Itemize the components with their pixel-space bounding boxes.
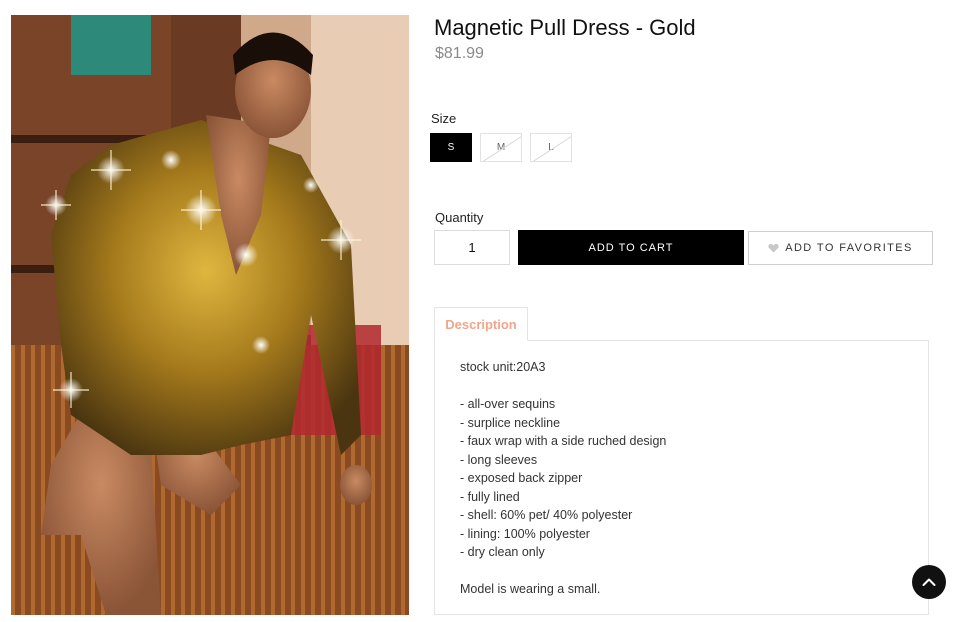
list-item: - surplice neckline: [460, 415, 561, 430]
size-options: S M L: [430, 133, 572, 162]
product-image[interactable]: [11, 15, 409, 615]
list-item: - shell: 60% pet/ 40% polyester: [460, 508, 633, 522]
tab-description[interactable]: Description: [434, 307, 528, 341]
description-text: stock unit:20A3 - all-over sequins - sur…: [460, 358, 910, 599]
heart-icon: [768, 243, 779, 253]
product-page: Magnetic Pull Dress - Gold $81.99 Size S…: [0, 0, 960, 622]
chevron-up-icon: [922, 578, 936, 586]
list-item: - all-over sequins: [460, 397, 556, 411]
product-title: Magnetic Pull Dress - Gold: [434, 15, 696, 40]
list-item: - exposed back zipper: [460, 471, 583, 485]
size-option-s[interactable]: S: [430, 133, 472, 162]
model-note: Model is wearing a small.: [460, 582, 601, 596]
list-item: - faux wrap with a side ruched design: [460, 434, 667, 448]
add-to-favorites-label: ADD TO FAVORITES: [785, 242, 913, 254]
quantity-input[interactable]: [434, 230, 510, 265]
list-item: - dry clean only: [460, 545, 545, 559]
add-to-favorites-button[interactable]: ADD TO FAVORITES: [748, 231, 933, 265]
add-to-cart-button[interactable]: ADD TO CART: [518, 230, 744, 265]
stock-unit: stock unit:20A3: [460, 360, 546, 374]
list-item: - lining: 100% polyester: [460, 526, 590, 541]
product-price: $81.99: [435, 45, 484, 62]
feature-list: - all-over sequins - surplice neckline -…: [460, 395, 910, 562]
back-to-top-button[interactable]: [912, 565, 946, 599]
list-item: - long sleeves: [460, 452, 538, 467]
size-label: Size: [431, 111, 457, 126]
size-option-m[interactable]: M: [480, 133, 522, 162]
quantity-label: Quantity: [435, 210, 484, 225]
list-item: - fully lined: [460, 489, 520, 504]
product-photo-illustration: [11, 15, 409, 615]
size-option-l[interactable]: L: [530, 133, 572, 162]
